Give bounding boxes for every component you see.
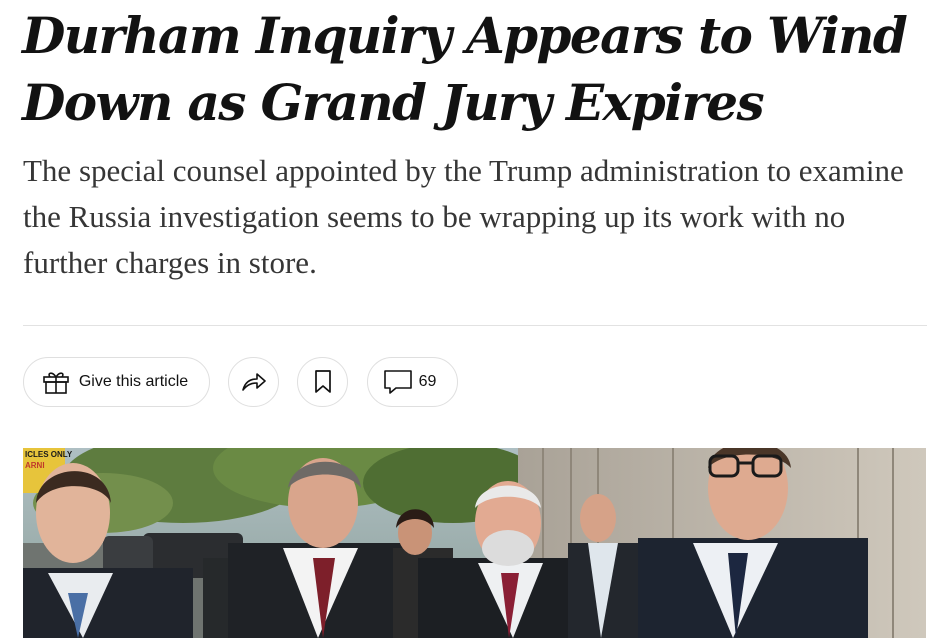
comment-bubble-icon bbox=[383, 369, 413, 395]
gift-icon bbox=[41, 369, 71, 395]
comments-count: 69 bbox=[418, 373, 437, 390]
sign-text-line-2: ARNI bbox=[25, 461, 45, 470]
share-button[interactable] bbox=[228, 357, 279, 407]
article-headline: Durham Inquiry Appears to Wind Down as G… bbox=[22, 6, 908, 132]
give-article-button[interactable]: Give this article bbox=[23, 357, 210, 407]
hero-photo: ICLES ONLY ARNI bbox=[23, 448, 926, 638]
comments-button[interactable]: 69 bbox=[367, 357, 458, 407]
save-button[interactable] bbox=[297, 357, 348, 407]
article-summary: The special counsel appointed by the Tru… bbox=[23, 153, 904, 280]
sign-text-line-1: ICLES ONLY bbox=[25, 450, 73, 459]
share-arrow-icon bbox=[240, 370, 268, 394]
divider bbox=[23, 325, 927, 326]
give-article-label: Give this article bbox=[78, 373, 189, 390]
bookmark-icon bbox=[313, 369, 333, 395]
article-page: Durham Inquiry Appears to Wind Down as G… bbox=[0, 0, 951, 638]
